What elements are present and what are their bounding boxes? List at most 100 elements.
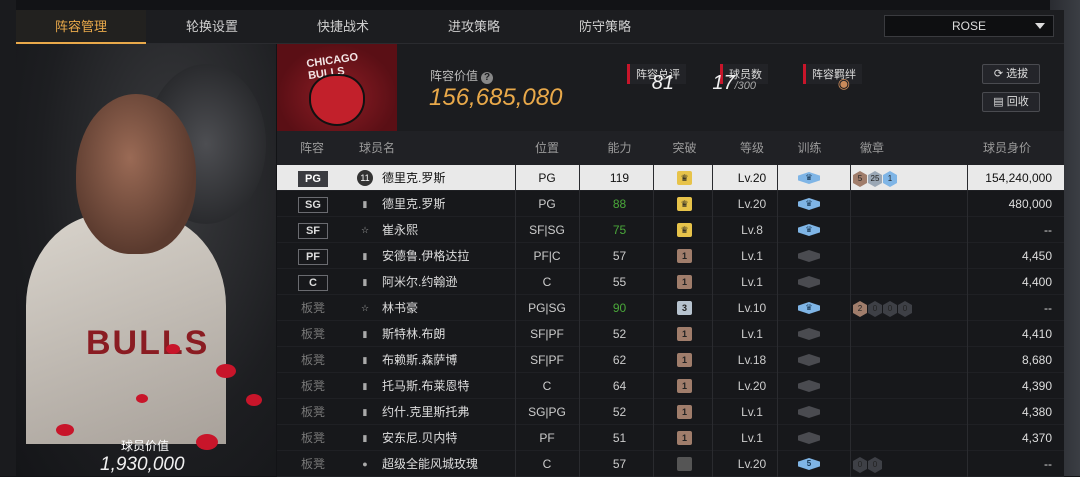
column-divider — [850, 451, 851, 477]
player-ability: 90 — [612, 301, 627, 315]
tab-1[interactable]: 轮换设置 — [147, 10, 277, 44]
column-divider — [967, 269, 968, 295]
player-name[interactable]: 约什.克里斯托弗 — [382, 399, 469, 425]
column-divider — [653, 269, 654, 295]
star-icon: ☆ — [360, 225, 370, 235]
player-count-value: 17/300 — [712, 72, 756, 94]
team-value: 156,685,080 — [429, 84, 563, 111]
table-row[interactable]: PF ▮ 安德鲁.伊格达拉 PF|C 57 1 Lv.1 4,450 — [277, 243, 1064, 269]
tab-3[interactable]: 进攻策略 — [409, 10, 539, 44]
table-row[interactable]: PG 11 德里克.罗斯 PG 119 ♛ Lv.20 ♛ 5 25 1 154,240,000 — [277, 165, 1064, 191]
column-divider — [777, 451, 778, 477]
column-divider — [967, 451, 968, 477]
lineup-slot: SG — [277, 191, 349, 217]
table-row[interactable]: 板凳 ▮ 布赖斯.森萨博 SF|PF 62 1 Lv.18 8,680 — [277, 347, 1064, 373]
crown-icon: ♛ — [677, 171, 692, 185]
player-salary: 4,380 — [1021, 405, 1052, 419]
player-name[interactable]: 德里克.罗斯 — [382, 191, 445, 217]
player-name[interactable]: 阿米尔.约翰逊 — [382, 269, 457, 295]
table-row[interactable]: 板凳 ▮ 托马斯.布莱恩特 C 64 1 Lv.20 4,390 — [277, 373, 1064, 399]
player-name[interactable]: 安东尼.贝内特 — [382, 425, 457, 451]
table-row[interactable]: 板凳 ▮ 安东尼.贝内特 PF 51 1 Lv.1 4,370 — [277, 425, 1064, 451]
column-divider — [653, 321, 654, 347]
player-position: C — [542, 379, 552, 393]
breakthrough-badge: 1 — [677, 327, 692, 341]
lineup-slot: 板凳 — [277, 451, 349, 477]
player-ability: 55 — [612, 275, 627, 289]
position-slot-badge: PG — [298, 171, 328, 187]
training-icon: ♛ — [798, 302, 820, 314]
table-row[interactable]: C ▮ 阿米尔.约翰逊 C 55 1 Lv.1 4,400 — [277, 269, 1064, 295]
column-divider — [850, 269, 851, 295]
column-divider — [653, 425, 654, 451]
tab-4[interactable]: 防守策略 — [540, 10, 670, 44]
column-divider — [712, 269, 713, 295]
column-divider — [967, 425, 968, 451]
training-icon — [798, 432, 820, 444]
table-row[interactable]: SF ☆ 崔永熙 SF|SG 75 ♛ Lv.8 ♛ -- — [277, 217, 1064, 243]
column-header-7: 徽章 — [859, 141, 884, 155]
training-icon — [798, 276, 820, 288]
filter-button[interactable]: ⟳ 选拔 — [982, 64, 1040, 84]
column-divider — [579, 165, 580, 191]
column-header-3: 能力 — [607, 141, 632, 155]
help-icon[interactable]: ? — [481, 72, 494, 84]
player-position: PG — [538, 197, 556, 211]
player-name[interactable]: 崔永熙 — [382, 217, 418, 243]
badge-icon: 0 — [883, 301, 897, 317]
player-name[interactable]: 托马斯.布莱恩特 — [382, 373, 469, 399]
column-divider — [515, 269, 516, 295]
lineup-slot: 板凳 — [277, 295, 349, 321]
position-slot-badge: SF — [298, 223, 328, 239]
player-ability: 52 — [612, 405, 627, 419]
tab-0[interactable]: 阵容管理 — [16, 10, 146, 44]
column-divider — [515, 399, 516, 425]
player-position: SF|PF — [530, 327, 564, 341]
player-name[interactable]: 超级全能风城玫瑰 — [382, 451, 478, 477]
bench-label: 板凳 — [300, 353, 325, 367]
table-header: 阵容 球员名 位置 能力 突破 等级 训练 徽章 球员身价 — [277, 131, 1064, 165]
jersey-graphic: BULLS — [86, 324, 210, 362]
breakthrough-badge: 1 — [677, 353, 692, 367]
column-divider — [712, 191, 713, 217]
player-select-dropdown[interactable]: ROSE — [884, 15, 1054, 37]
lineup-slot: 板凳 — [277, 321, 349, 347]
lineup-slot: 板凳 — [277, 347, 349, 373]
recycle-button[interactable]: ▤ 回收 — [982, 92, 1040, 112]
table-row[interactable]: 板凳 ☆ 林书豪 PG|SG 90 3 Lv.10 ♛ 2 0 0 0 -- — [277, 295, 1064, 321]
player-name[interactable]: 安德鲁.伊格达拉 — [382, 243, 469, 269]
player-ability: 75 — [612, 223, 627, 237]
lineup-slot: SF — [277, 217, 349, 243]
column-divider — [579, 425, 580, 451]
player-salary: 4,450 — [1021, 249, 1052, 263]
player-position: C — [542, 457, 552, 471]
rose-petal — [166, 344, 180, 354]
bull-logo-icon — [309, 74, 365, 126]
table-row[interactable]: 板凳 ▮ 斯特林.布朗 SF|PF 52 1 Lv.1 4,410 — [277, 321, 1064, 347]
team-value-label: 阵容价值? — [430, 67, 494, 84]
column-divider — [515, 191, 516, 217]
player-name[interactable]: 布赖斯.森萨博 — [382, 347, 457, 373]
signal-bars-icon: ▮ — [362, 199, 368, 209]
column-divider — [712, 295, 713, 321]
column-divider — [777, 425, 778, 451]
table-row[interactable]: 板凳 ● 超级全能风城玫瑰 C 57 Lv.20 5 0 0 -- — [277, 451, 1064, 477]
column-divider — [850, 243, 851, 269]
crown-icon: ♛ — [677, 223, 692, 237]
player-name[interactable]: 林书豪 — [382, 295, 418, 321]
chevron-down-icon — [1035, 23, 1045, 29]
table-row[interactable]: 板凳 ▮ 约什.克里斯托弗 SG|PG 52 1 Lv.1 4,380 — [277, 399, 1064, 425]
player-name[interactable]: 斯特林.布朗 — [382, 321, 445, 347]
team-bond-stat[interactable]: 阵容羁绊 ◉ — [803, 64, 862, 91]
rose-petal — [196, 434, 218, 450]
training-icon — [798, 328, 820, 340]
column-divider — [579, 295, 580, 321]
dropdown-value: ROSE — [951, 19, 986, 33]
player-name[interactable]: 德里克.罗斯 — [382, 165, 445, 191]
table-row[interactable]: SG ▮ 德里克.罗斯 PG 88 ♛ Lv.20 ♛ 480,000 — [277, 191, 1064, 217]
rose-petal — [216, 364, 236, 378]
player-position: PF|C — [533, 249, 561, 263]
column-divider — [777, 399, 778, 425]
tab-2[interactable]: 快捷战术 — [278, 10, 408, 44]
column-divider — [777, 165, 778, 191]
